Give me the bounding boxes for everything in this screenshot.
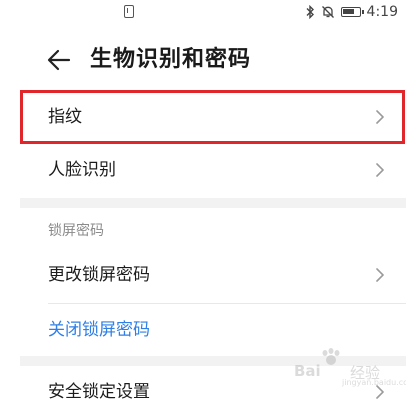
fingerprint-row[interactable]: 指纹 — [20, 91, 406, 143]
face-recognition-row[interactable]: 人脸识别 — [20, 144, 406, 196]
status-time: 4:19 — [366, 4, 398, 20]
change-lock-password-label: 更改锁屏密码 — [48, 265, 150, 285]
chevron-right-icon — [376, 268, 384, 282]
fingerprint-label: 指纹 — [48, 107, 82, 127]
chevron-right-icon — [376, 163, 384, 177]
disable-lock-password-label: 关闭锁屏密码 — [48, 320, 150, 340]
back-arrow-icon[interactable] — [46, 48, 72, 72]
baidu-watermark: Bai 经验 jingyan.baidu.com — [294, 348, 406, 388]
status-bar: 4:19 — [0, 0, 406, 28]
battery-icon — [340, 7, 364, 17]
header: 生物识别和密码 — [0, 40, 406, 80]
mute-bell-icon — [321, 6, 334, 18]
screen: 4:19 生物识别和密码 指纹 人脸识别 锁屏密码 更改锁屏密码 关闭锁屏密码 … — [0, 0, 406, 401]
sim-card-icon — [124, 5, 134, 18]
page-title: 生物识别和密码 — [90, 47, 252, 72]
section-divider — [20, 198, 406, 208]
watermark-brand-left: Bai — [294, 362, 321, 380]
face-recognition-label: 人脸识别 — [48, 160, 116, 180]
bluetooth-icon — [306, 5, 314, 19]
change-lock-password-row[interactable]: 更改锁屏密码 — [20, 249, 406, 301]
lock-section-header: 锁屏密码 — [48, 223, 104, 239]
baidu-paw-icon — [322, 348, 340, 365]
chevron-right-icon — [376, 110, 384, 124]
watermark-sub: jingyan.baidu.com — [342, 378, 406, 387]
status-icons: 4:19 — [306, 3, 398, 21]
security-lock-settings-label: 安全锁定设置 — [48, 382, 150, 401]
